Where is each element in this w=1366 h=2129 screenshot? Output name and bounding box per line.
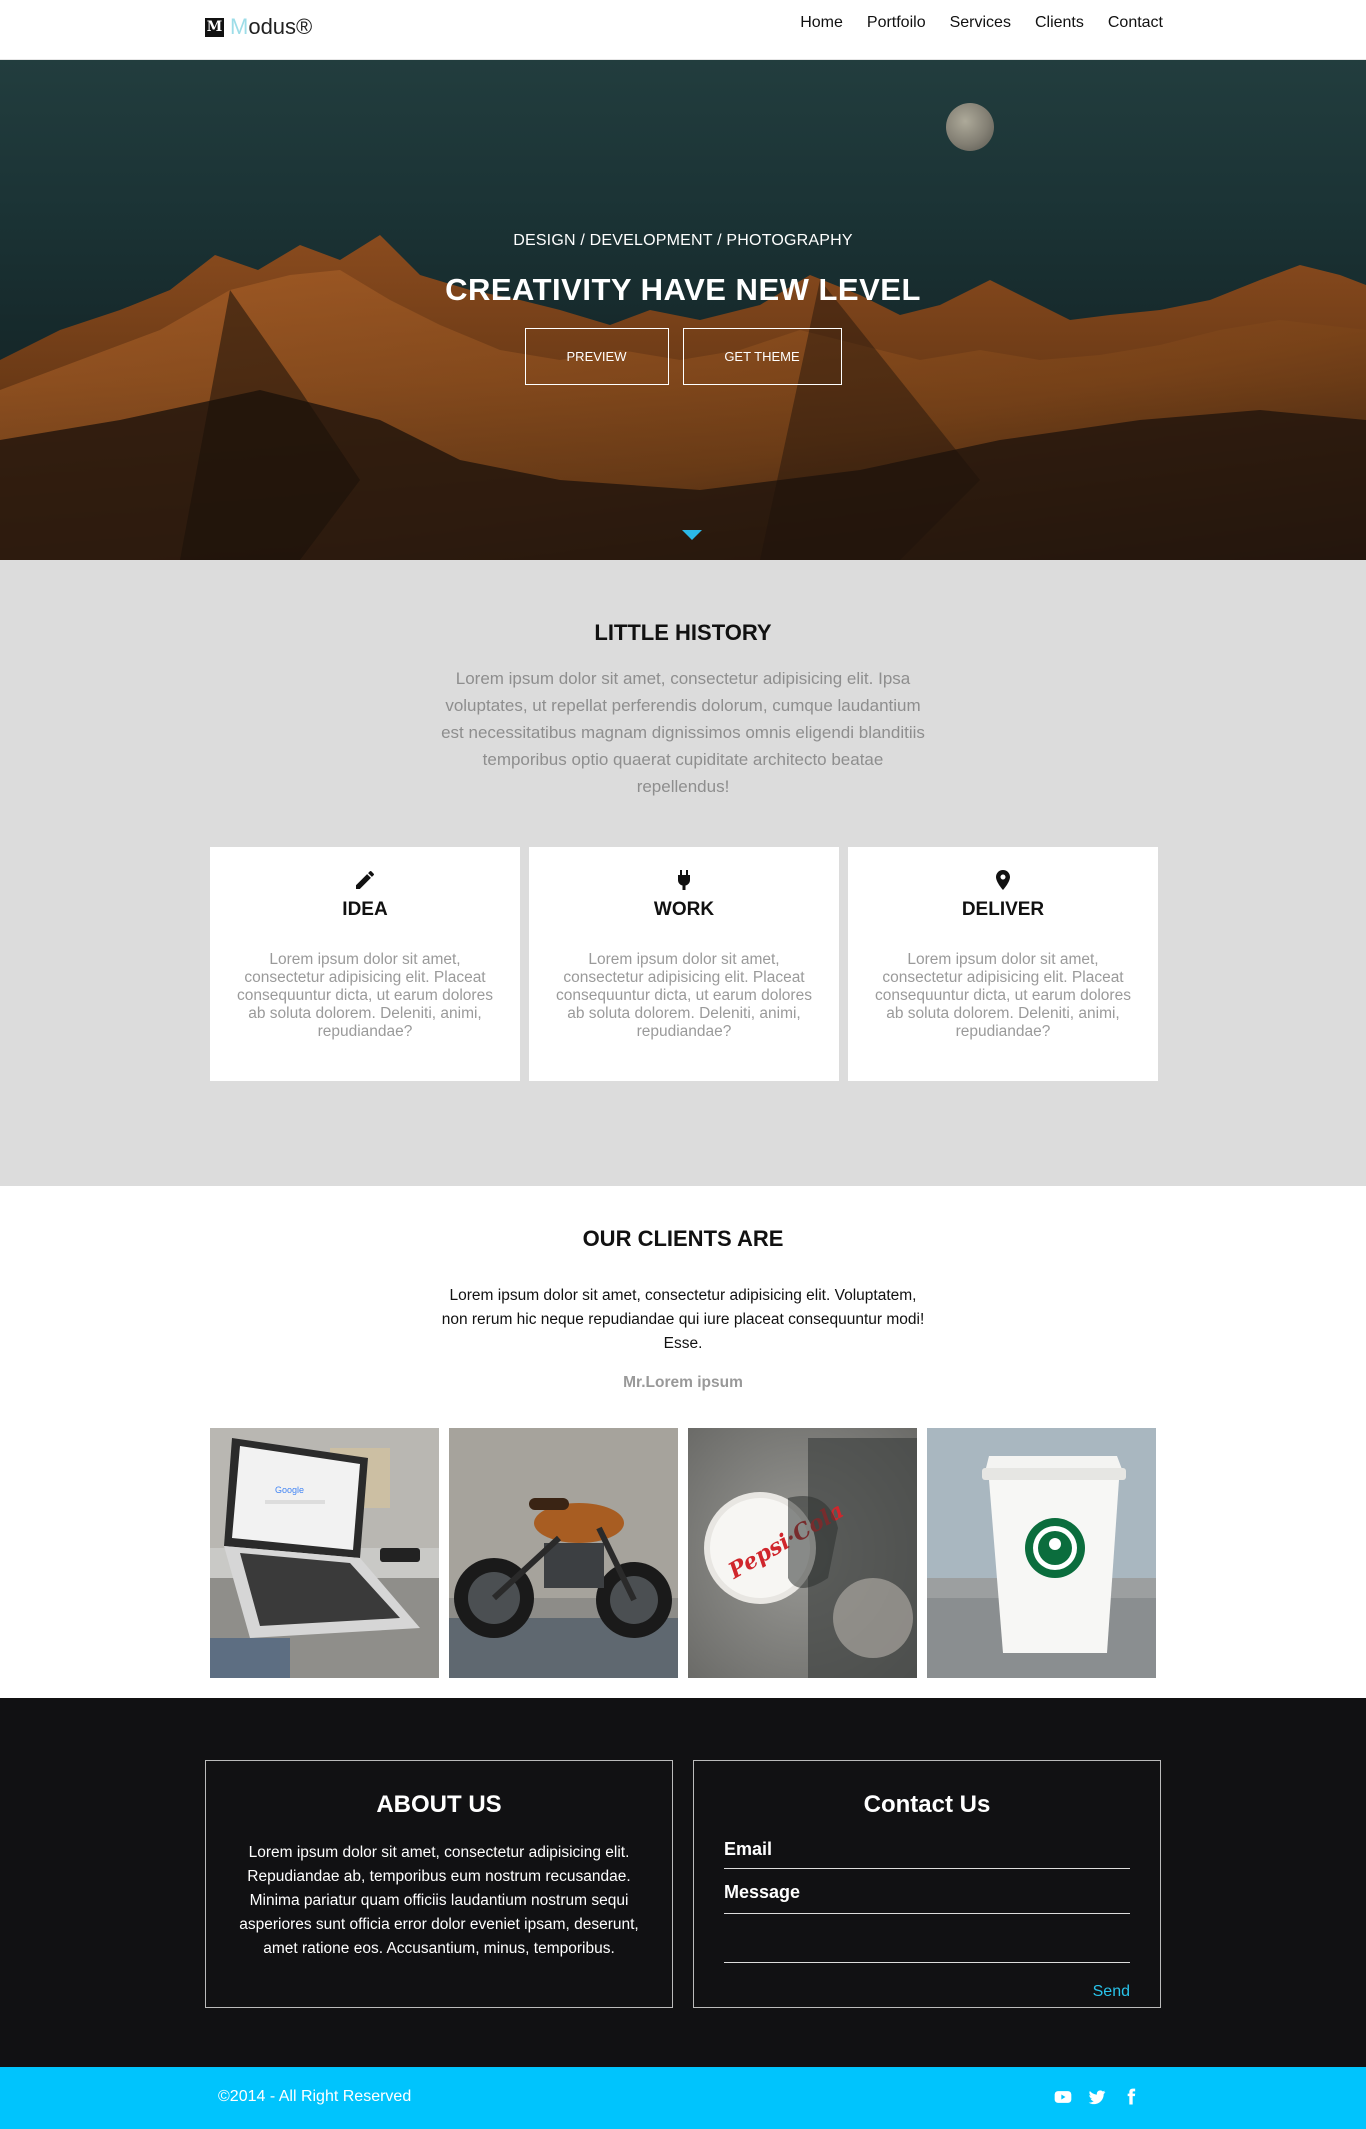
message-textarea[interactable]: [724, 1931, 1130, 1963]
send-button[interactable]: Send: [1093, 1983, 1130, 2001]
social-links: [1053, 2087, 1141, 2107]
nav-clients[interactable]: Clients: [1035, 14, 1084, 32]
about-box: ABOUT US Lorem ipsum dolor sit amet, con…: [205, 1760, 673, 2008]
nav-home[interactable]: Home: [800, 14, 843, 32]
twitter-icon[interactable]: [1087, 2087, 1107, 2107]
card-text: Lorem ipsum dolor sit amet, consectetur …: [237, 951, 493, 1040]
svg-text:Google: Google: [275, 1485, 304, 1495]
clients-section: OUR CLIENTS ARE Lorem ipsum dolor sit am…: [0, 1186, 1366, 1698]
hero-button-group: PREVIEW GET THEME: [0, 328, 1366, 385]
facebook-icon[interactable]: [1121, 2087, 1141, 2107]
preview-button[interactable]: PREVIEW: [524, 328, 669, 385]
bottle-cap-image: Pepsi·Cola: [688, 1428, 917, 1678]
card-text: Lorem ipsum dolor sit amet, consectetur …: [875, 951, 1131, 1040]
clients-title: OUR CLIENTS ARE: [582, 1226, 784, 1251]
history-section: LITTLE HISTORY Lorem ipsum dolor sit ame…: [0, 560, 1366, 1186]
main-menu: Home Portfoilo Services Clients Contact: [776, 14, 1163, 32]
copyright: ©2014 - All Right Reserved: [218, 2088, 412, 2105]
contact-box: Contact Us Email Message Send: [693, 1760, 1161, 2008]
mountain-background: [0, 235, 1366, 560]
card-title: WORK: [653, 899, 715, 920]
footer: ABOUT US Lorem ipsum dolor sit amet, con…: [0, 1698, 1366, 2067]
photo-laptop[interactable]: Google: [210, 1428, 439, 1678]
history-title: LITTLE HISTORY: [594, 620, 772, 645]
contact-title: Contact Us: [863, 1791, 991, 1818]
bottom-bar: ©2014 - All Right Reserved: [0, 2067, 1366, 2129]
card-title: DELIVER: [961, 899, 1045, 920]
card-work: WORK Lorem ipsum dolor sit amet, consect…: [529, 847, 839, 1081]
photo-coffee-cup[interactable]: [927, 1428, 1156, 1678]
quote-author: Mr.Lorem ipsum: [623, 1374, 743, 1391]
feature-cards: IDEA Lorem ipsum dolor sit amet, consect…: [210, 847, 1158, 1081]
logo-first-letter: M: [230, 14, 249, 39]
hero-banner: DESIGN / DEVELOPMENT / PHOTOGRAPHY CREAT…: [0, 60, 1366, 560]
card-deliver: DELIVER Lorem ipsum dolor sit amet, cons…: [848, 847, 1158, 1081]
get-theme-button[interactable]: GET THEME: [682, 328, 842, 385]
laptop-image: Google: [210, 1428, 439, 1678]
about-text: Lorem ipsum dolor sit amet, consectetur …: [239, 1844, 639, 1957]
nav-contact[interactable]: Contact: [1108, 14, 1163, 32]
message-field[interactable]: Message: [724, 1882, 1130, 1914]
logo-text: Modus®: [230, 14, 312, 40]
history-text: Lorem ipsum dolor sit amet, consectetur …: [441, 669, 925, 796]
moon: [946, 103, 994, 151]
logo-rest: odus®: [248, 14, 313, 39]
pencil-icon: [356, 871, 374, 889]
map-pin-icon: [996, 870, 1010, 890]
logo[interactable]: M Modus®: [205, 14, 312, 40]
hero-title: CREATIVITY HAVE NEW LEVEL: [445, 272, 921, 307]
email-field[interactable]: Email: [724, 1839, 1130, 1869]
chevron-down-icon[interactable]: [682, 530, 702, 540]
motorcycle-image: [449, 1428, 678, 1678]
client-quote: Lorem ipsum dolor sit amet, consectetur …: [441, 1287, 925, 1352]
card-title: IDEA: [342, 899, 388, 920]
coffee-cup-image: [927, 1428, 1156, 1678]
hero-subtitle: DESIGN / DEVELOPMENT / PHOTOGRAPHY: [513, 232, 853, 249]
logo-mark: M: [205, 17, 224, 37]
nav-portfolio[interactable]: Portfoilo: [867, 14, 926, 32]
client-photo-grid: Google Pepsi·Cola: [210, 1428, 1156, 1678]
about-title: ABOUT US: [376, 1791, 502, 1818]
card-text: Lorem ipsum dolor sit amet, consectetur …: [556, 951, 812, 1040]
plug-icon: [678, 870, 690, 890]
nav-services[interactable]: Services: [950, 14, 1011, 32]
top-navbar: M Modus® Home Portfoilo Services Clients…: [0, 0, 1366, 60]
photo-motorcycle[interactable]: [449, 1428, 678, 1678]
photo-bottle-cap[interactable]: Pepsi·Cola: [688, 1428, 917, 1678]
card-idea: IDEA Lorem ipsum dolor sit amet, consect…: [210, 847, 520, 1081]
youtube-icon[interactable]: [1053, 2087, 1073, 2107]
